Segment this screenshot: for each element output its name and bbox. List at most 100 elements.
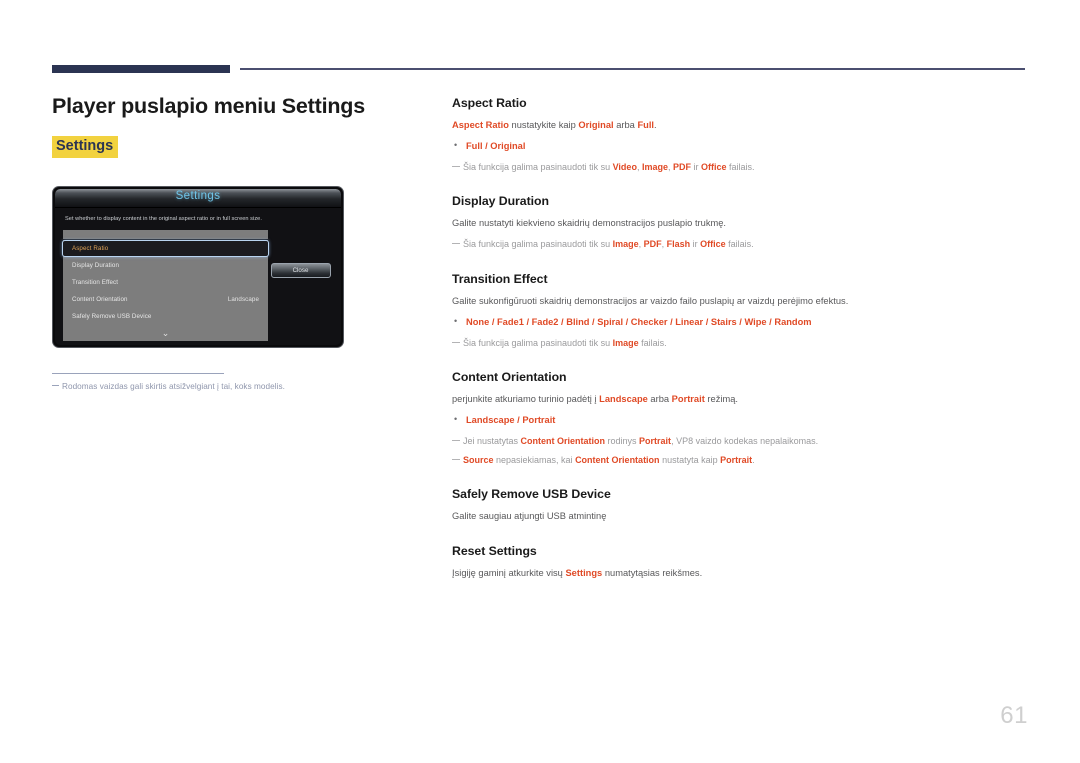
tv-menu-row-label: Safely Remove USB Device xyxy=(72,312,152,320)
tv-menu-row[interactable]: Transition Effect xyxy=(63,274,268,291)
emphasis-term: Portrait xyxy=(720,454,753,465)
tv-screenshot-mock: Settings Set whether to display content … xyxy=(52,186,344,348)
tv-menu-row-label: Transition Effect xyxy=(72,278,119,286)
text-run: Įsigiję gaminį atkurkite visų xyxy=(452,568,566,578)
emphasis-term: Office xyxy=(700,239,726,250)
text-run: failais. xyxy=(725,239,754,250)
text-run: Šia funkcija galima pasinaudoti tik su xyxy=(463,337,613,348)
tv-menu-body: Aspect Ratio Display Duration Transition E… xyxy=(55,229,341,341)
section-note: Šia funkcija galima pasinaudoti tik su V… xyxy=(452,161,1032,175)
text-run: failais. xyxy=(726,161,755,172)
tv-menu-row[interactable]: Safely Remove USB Device xyxy=(63,308,268,325)
emphasis-term: Image xyxy=(612,337,639,348)
text-run: arba xyxy=(613,120,638,130)
tv-menu-column: Aspect Ratio Display Duration Transition E… xyxy=(62,229,269,341)
text-run: Galite nustatyti kiekvieno skaidrių demo… xyxy=(452,218,727,229)
note-dash-icon xyxy=(52,385,59,386)
emphasis-term: Content Orientation xyxy=(575,454,660,465)
note-dash-icon xyxy=(452,341,460,343)
emphasis-term: Aspect Ratio xyxy=(452,120,509,130)
emphasis-term: Office xyxy=(700,161,727,172)
text-run: režimą. xyxy=(704,394,738,405)
settings-highlight-chip: Settings xyxy=(52,135,119,158)
emphasis-term: Video xyxy=(612,161,637,172)
header-rule-thin xyxy=(240,68,1025,70)
content-section: Reset Settings Įsigiję gaminį atkurkite v… xyxy=(452,544,1032,581)
page-number: 61 xyxy=(1000,702,1028,729)
content-section: Safely Remove USB Device Galite saugiau a… xyxy=(452,487,1032,524)
left-column: Player puslapio meniu Settings Settings xyxy=(52,93,422,158)
section-heading: Aspect Ratio xyxy=(452,96,527,110)
text-run: rodinys xyxy=(605,436,640,447)
text-run: Galite sukonfigūruoti skaidrių demonstra… xyxy=(452,295,849,306)
text-run: nustatyta kaip xyxy=(659,454,721,465)
section-note: Šia funkcija galima pasinaudoti tik su I… xyxy=(452,337,1032,351)
section-paragraph: Galite sukonfigūruoti skaidrių demonstra… xyxy=(452,295,1032,309)
text-run: Jei nustatytas xyxy=(463,436,521,447)
tv-menu-title: Settings xyxy=(175,190,221,202)
section-note: Jei nustatytas Content Orientation rodin… xyxy=(452,435,1032,449)
text-run: ir xyxy=(690,239,701,250)
section-paragraph: perjunkite atkuriamo turinio padėtį į La… xyxy=(452,393,1032,407)
text-run: failais. xyxy=(638,337,667,348)
emphasis-term: Full xyxy=(637,120,655,130)
tv-close-button[interactable]: Close xyxy=(270,262,331,278)
note-dash-icon xyxy=(452,243,460,245)
text-run: ir xyxy=(690,161,701,172)
section-paragraph: Įsigiję gaminį atkurkite visų Settings n… xyxy=(452,567,1032,581)
content-section: Content Orientation perjunkite atkuriamo … xyxy=(452,370,1032,467)
text-run: Šia funkcija galima pasinaudoti tik su xyxy=(463,161,613,172)
emphasis-term: Settings xyxy=(565,568,603,578)
tv-close-column: Close xyxy=(268,230,333,278)
left-footnote-text: Rodomas vaizdas gali skirtis atsižvelgia… xyxy=(62,382,285,391)
section-note: Šia funkcija galima pasinaudoti tik su I… xyxy=(452,238,1032,252)
chevron-down-icon[interactable]: ⌄ xyxy=(63,327,268,341)
tv-menu-row-label: Aspect Ratio xyxy=(72,244,109,252)
page-title: Player puslapio meniu Settings xyxy=(52,94,365,118)
tv-menu-row-label: Content Orientation xyxy=(72,295,128,303)
tv-menu-row-label: Display Duration xyxy=(72,261,119,269)
emphasis-term: Image xyxy=(612,239,639,250)
emphasis-term: PDF xyxy=(643,239,662,250)
emphasis-term: Portrait xyxy=(671,394,705,405)
text-run: , VP8 vaizdo kodekas nepalaikomas. xyxy=(671,436,819,447)
section-paragraph: Galite nustatyti kiekvieno skaidrių demo… xyxy=(452,217,1032,231)
tv-menu-row[interactable]: Content Orientation Landscape xyxy=(63,291,268,308)
emphasis-term: Content Orientation xyxy=(520,436,606,447)
emphasis-term: Flash xyxy=(666,239,691,250)
section-heading: Display Duration xyxy=(452,194,549,209)
section-heading: Safely Remove USB Device xyxy=(452,487,611,502)
text-run: nepasiekiamas, kai xyxy=(493,454,576,465)
text-run: perjunkite atkuriamo turinio padėtį į xyxy=(452,394,600,405)
tv-menu-row[interactable]: Display Duration xyxy=(63,257,268,274)
section-paragraph: Aspect Ratio nustatykite kaip Original a… xyxy=(452,119,1032,133)
content-section: Aspect Ratio Aspect Ratio nustatykite kai… xyxy=(452,96,1032,174)
tv-menu-list: Aspect Ratio Display Duration Transition E… xyxy=(62,239,269,328)
tv-menu-row[interactable]: Aspect Ratio xyxy=(62,239,269,257)
section-heading: Reset Settings xyxy=(452,544,537,558)
text-run: numatytąsias reikšmes. xyxy=(602,568,703,578)
content-section: Display Duration Galite nustatyti kiekvie… xyxy=(452,194,1032,251)
left-footnote: Rodomas vaizdas gali skirtis atsižvelgia… xyxy=(52,382,402,391)
right-column: Aspect Ratio Aspect Ratio nustatykite kai… xyxy=(452,96,1032,588)
section-heading: Content Orientation xyxy=(452,370,567,385)
emphasis-term: Original xyxy=(578,120,614,130)
text-run: nustatykite kaip xyxy=(508,120,579,130)
section-heading: Transition Effect xyxy=(452,271,548,286)
text-run: Šia funkcija galima pasinaudoti tik su xyxy=(463,239,613,250)
text-run: . xyxy=(752,454,755,465)
left-note-divider xyxy=(52,373,224,374)
emphasis-term: Source xyxy=(463,454,494,465)
text-run: Galite saugiau atjungti USB atmintinę xyxy=(452,511,607,522)
emphasis-term: Landscape xyxy=(599,394,648,405)
note-dash-icon xyxy=(452,440,460,442)
tv-menu-description: Set whether to display content in the or… xyxy=(65,216,262,222)
content-section: Transition Effect Galite sukonfigūruoti s… xyxy=(452,272,1032,350)
note-dash-icon xyxy=(452,165,460,167)
emphasis-term: Image xyxy=(641,161,668,172)
text-run: arba xyxy=(647,394,672,405)
section-option-list: Full / Original xyxy=(452,139,1032,154)
section-note: Source nepasiekiamas, kai Content Orient… xyxy=(452,454,1032,468)
emphasis-term: Portrait xyxy=(639,436,672,447)
note-dash-icon xyxy=(452,458,460,460)
